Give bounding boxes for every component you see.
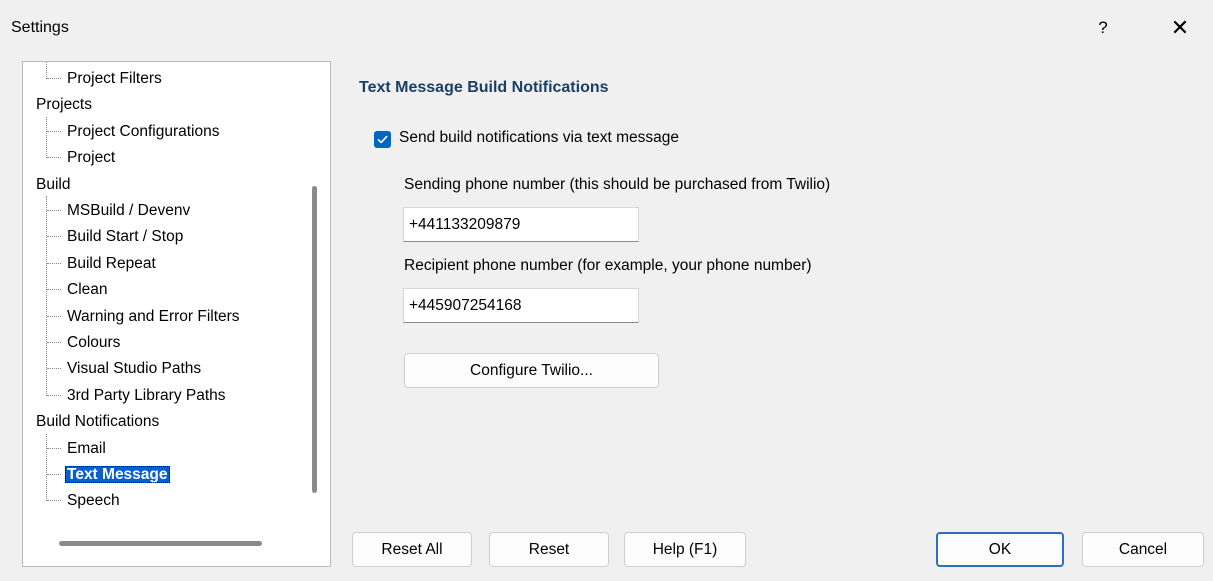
- tree-item[interactable]: Build Repeat: [47, 251, 158, 277]
- tree-connector: [47, 447, 61, 449]
- reset-button[interactable]: Reset: [489, 532, 609, 567]
- tree-connector: [47, 368, 61, 370]
- title-bar: Settings ? ✕: [0, 0, 1213, 58]
- tree-item-label: Speech: [67, 492, 120, 510]
- tree-item[interactable]: Project Filters: [47, 66, 164, 92]
- tree-connector: [47, 262, 61, 264]
- tree-item-label: Warning and Error Filters: [67, 307, 240, 325]
- tree-item[interactable]: 3rd Party Library Paths: [47, 383, 228, 409]
- tree-item[interactable]: Project Configurations: [47, 119, 222, 145]
- tree-item-label: Project: [67, 149, 116, 167]
- tree-item-label: Build Repeat: [67, 254, 156, 272]
- tree-item-label: Build: [36, 175, 71, 193]
- configure-twilio-button[interactable]: Configure Twilio...: [404, 353, 659, 388]
- tree-connector: [47, 342, 61, 343]
- tree-connector: [47, 210, 61, 211]
- tree-item[interactable]: Warning and Error Filters: [47, 304, 242, 330]
- send-notifications-label[interactable]: Send build notifications via text messag…: [399, 129, 679, 147]
- vertical-scrollbar-thumb[interactable]: [312, 186, 317, 493]
- tree-item-label: MSBuild / Devenv: [67, 202, 191, 219]
- tree-category[interactable]: Build: [34, 172, 72, 198]
- sending-number-input[interactable]: [403, 207, 639, 242]
- tree-item[interactable]: Project: [47, 145, 117, 171]
- recipient-number-label: Recipient phone number (for example, you…: [404, 257, 812, 274]
- tree-category[interactable]: Build Notifications: [34, 409, 161, 435]
- tree-item[interactable]: Text Message: [47, 462, 170, 488]
- tree-item-label: Email: [67, 439, 106, 457]
- horizontal-scrollbar-thumb[interactable]: [59, 541, 262, 546]
- send-notifications-checkbox[interactable]: [374, 131, 391, 148]
- tree-connector: [47, 315, 61, 317]
- tree-item[interactable]: Speech: [47, 488, 122, 514]
- help-button[interactable]: Help (F1): [624, 532, 746, 567]
- tree-connector: [47, 394, 61, 396]
- tree-connector: [47, 236, 61, 238]
- tree-guide-line: [46, 62, 47, 79]
- tree-guide-line: [46, 433, 47, 502]
- tree-connector: [47, 130, 61, 132]
- tree-item-label: 3rd Party Library Paths: [67, 386, 226, 404]
- tree-item[interactable]: Email: [47, 436, 108, 462]
- tree-item-label: Colours: [67, 334, 121, 351]
- tree-item[interactable]: Visual Studio Paths: [47, 356, 203, 382]
- settings-tree[interactable]: Project Filters Projects Project Configura…: [22, 61, 331, 567]
- close-icon[interactable]: ✕: [1160, 10, 1200, 46]
- tree-item-label: Visual Studio Paths: [67, 360, 202, 378]
- tree-connector: [47, 78, 61, 79]
- help-icon[interactable]: ?: [1085, 10, 1121, 46]
- tree-item[interactable]: Clean: [47, 277, 110, 303]
- tree-item[interactable]: Build Start / Stop: [47, 224, 185, 250]
- tree-item-label: Project Configurations: [67, 122, 220, 140]
- tree-connector: [47, 500, 61, 502]
- tree-content: Project Filters Projects Project Configura…: [23, 62, 298, 532]
- section-heading: Text Message Build Notifications: [359, 79, 609, 96]
- ok-button[interactable]: OK: [936, 532, 1064, 567]
- tree-guide-line: [46, 196, 47, 396]
- tree-item-label: Project Filters: [67, 70, 162, 87]
- sending-number-label: Sending phone number (this should be pur…: [404, 176, 831, 193]
- tree-item[interactable]: MSBuild / Devenv: [47, 198, 192, 224]
- tree-connector: [47, 157, 61, 159]
- tree-item-label: Clean: [67, 281, 108, 299]
- tree-item[interactable]: Colours: [47, 330, 122, 356]
- cancel-button[interactable]: Cancel: [1082, 532, 1204, 567]
- tree-item-label: Text Message: [65, 466, 170, 483]
- reset-all-button[interactable]: Reset All: [352, 532, 472, 567]
- tree-connector: [47, 474, 61, 475]
- checkmark-icon: [377, 135, 388, 144]
- window-title: Settings: [11, 19, 69, 36]
- tree-item-label: Build Notifications: [36, 413, 160, 431]
- tree-connector: [47, 289, 61, 291]
- tree-item-label: Build Start / Stop: [67, 228, 184, 246]
- tree-guide-line: [46, 116, 47, 159]
- tree-item-label: Projects: [36, 96, 92, 114]
- recipient-number-input[interactable]: [403, 288, 639, 323]
- tree-category[interactable]: Projects: [34, 92, 94, 118]
